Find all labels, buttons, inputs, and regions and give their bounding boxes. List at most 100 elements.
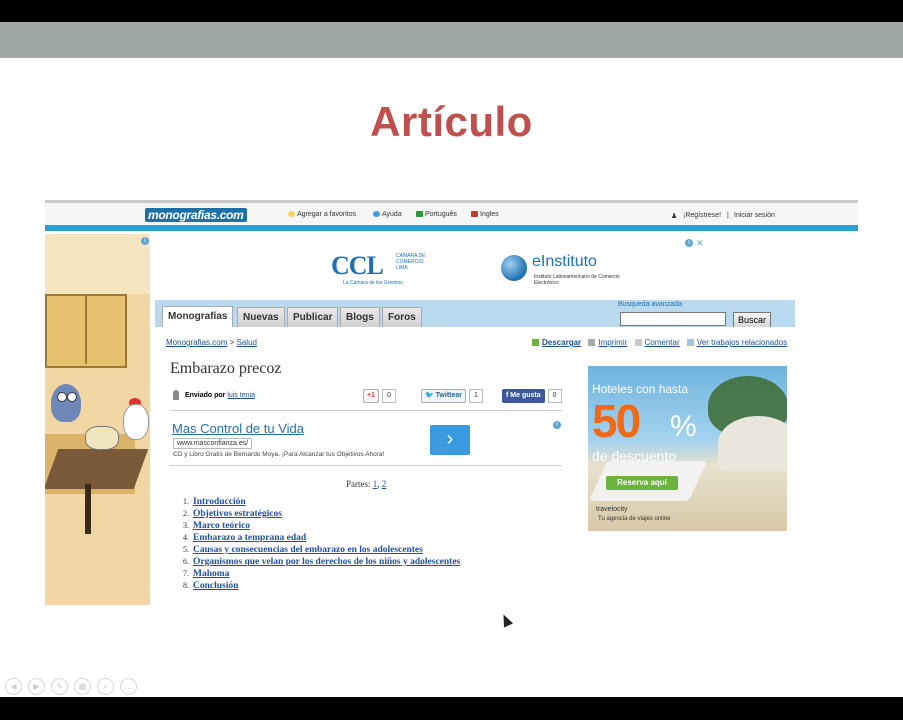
download-icon [532, 339, 539, 347]
tab-foros[interactable]: Foros [382, 307, 422, 328]
table-of-contents: 1. Introducción 2. Objetivos estratégicos … [175, 496, 460, 592]
character-eye [67, 392, 77, 402]
article-title: Embarazo precoz [170, 360, 282, 377]
toc-item: 7. Mahoma [183, 569, 230, 579]
search-input[interactable] [620, 312, 726, 326]
site-logo[interactable]: monografias.com [145, 208, 247, 222]
ccl-tagline: La Cámara de los Gremios [343, 280, 403, 286]
us-flag-icon [471, 211, 478, 218]
blue-bird-character [51, 384, 81, 422]
toc-link[interactable]: Causas y consecuencias del embarazo en l… [193, 545, 423, 555]
gplus-button[interactable]: +1 [363, 389, 379, 403]
einstituto-logo: eInstituto [532, 253, 597, 270]
related-link[interactable]: Ver trabajos relacionados [697, 338, 787, 347]
ad-info-icon[interactable]: i [685, 239, 693, 247]
help-link[interactable]: Ayuda [373, 211, 402, 218]
table-leg [85, 484, 91, 534]
slideshow-controls: ◀ ▶ ✎ ▦ ⌕ … [5, 676, 143, 695]
reserve-button[interactable]: Reserva aquí [606, 476, 678, 490]
toc-item: 5. Causas y consecuencias del embarazo en… [183, 545, 423, 555]
gplus-share[interactable]: +1 0 [363, 389, 396, 403]
print-icon [588, 339, 596, 347]
site-header: monografias.com Agregar a favoritos Ayud… [45, 203, 858, 231]
parts-separator: , [377, 479, 380, 489]
toc-item: 4. Embarazo a temprana edad [183, 533, 307, 543]
related-icon [686, 339, 694, 347]
comment-link[interactable]: Comentar [645, 338, 680, 347]
toc-item: 6. Organismos que velan por los derechos … [183, 557, 461, 567]
ad-info-icon[interactable]: i [141, 237, 149, 245]
tab-blogs[interactable]: Blogs [340, 307, 380, 328]
part-2-link[interactable]: 2 [382, 479, 387, 489]
divider [170, 465, 562, 466]
twitter-count: 1 [469, 389, 483, 403]
facebook-like-button[interactable]: f Me gusta [502, 389, 545, 403]
comment-icon [634, 339, 642, 347]
dog-character [85, 426, 119, 450]
ad-headline[interactable]: Mas Control de tu Vida [172, 421, 304, 436]
ad-url[interactable]: www.masconfianza.es/ [173, 438, 253, 449]
cartoon-background-ad[interactable] [45, 234, 150, 605]
globe-icon [501, 255, 527, 281]
toc-link[interactable]: Objetivos estratégicos [193, 509, 282, 519]
travelocity-tagline: Tu agencia de viajes online [598, 516, 671, 522]
tab-publicar[interactable]: Publicar [287, 307, 339, 328]
facebook-icon: f [506, 392, 509, 399]
next-icon[interactable]: ▶ [28, 678, 45, 695]
toc-link[interactable]: Embarazo a temprana edad [193, 533, 306, 543]
main-nav: Monografías Nuevas Publicar Blogs Foros … [155, 300, 795, 329]
breadcrumb-separator: > [229, 338, 235, 347]
bottom-black-bar [0, 697, 903, 720]
ccl-subtitle: CÁMARA DE COMERCIO LIMA [396, 253, 426, 271]
tab-monografias[interactable]: Monografías [162, 306, 234, 329]
top-banner-ad[interactable]: CCL CÁMARA DE COMERCIO LIMA La Cámara de… [221, 237, 705, 297]
parts-label: Partes: [346, 479, 371, 489]
twitter-button[interactable]: 🐦 Twittear [421, 389, 466, 403]
print-link[interactable]: Imprimir [598, 338, 627, 347]
toc-link[interactable]: Mahoma [193, 569, 229, 579]
website-screenshot: monografias.com Agregar a favoritos Ayud… [45, 200, 858, 605]
zoom-icon[interactable]: ⌕ [97, 678, 114, 695]
facebook-share[interactable]: f Me gusta 0 [502, 389, 562, 403]
sent-by-label: Enviado por [184, 391, 226, 399]
gplus-count: 0 [381, 389, 396, 403]
twitter-share[interactable]: 🐦 Twittear 1 [421, 389, 483, 403]
rooster-character [123, 404, 149, 440]
ad-description: CD y Libro Gratis de Bernardo Moya. ¡Par… [173, 451, 385, 458]
toc-link[interactable]: Marco teórico [193, 521, 250, 531]
previous-icon[interactable]: ◀ [5, 678, 22, 695]
twitter-icon: 🐦 [425, 392, 434, 399]
pen-icon[interactable]: ✎ [51, 678, 68, 695]
author-link[interactable]: luis tenia [227, 392, 255, 399]
toc-link[interactable]: Organismos que velan por los derechos de… [193, 557, 460, 567]
tab-nuevas[interactable]: Nuevas [237, 307, 285, 328]
text-ad[interactable]: Mas Control de tu Vida www.masconfianza.… [170, 419, 562, 465]
ad-arrow-button[interactable]: › [430, 425, 470, 455]
main-content: Monografias.com > Salud Descargar Imprim… [155, 327, 795, 605]
close-icon[interactable]: ✕ [696, 238, 704, 249]
login-link[interactable]: Iniciar sesión [734, 212, 775, 219]
download-link[interactable]: Descargar [542, 338, 581, 347]
favorites-link[interactable]: Agregar a favoritos [288, 211, 356, 218]
ccl-logo: CCL [331, 251, 384, 280]
advanced-search-link[interactable]: Busqueda avanzada [618, 301, 682, 308]
breadcrumb-section[interactable]: Salud [237, 338, 257, 347]
hotel-ad[interactable]: Hoteles con hasta 50 % de descuento Rese… [588, 366, 787, 531]
register-link[interactable]: ¡Regístrese! [683, 212, 721, 219]
ad-info-icon[interactable]: i [553, 421, 561, 429]
cabinet-divider [85, 296, 87, 364]
wall [45, 234, 150, 294]
chevron-right-icon: › [446, 428, 454, 450]
breadcrumb-home[interactable]: Monografias.com [166, 338, 227, 347]
toc-link[interactable]: Introducción [193, 497, 246, 507]
search-button[interactable]: Buscar [733, 312, 771, 328]
toc-link[interactable]: Conclusión [193, 581, 238, 591]
more-icon[interactable]: … [120, 678, 137, 695]
portuguese-link[interactable]: Português [416, 211, 457, 218]
slides-icon[interactable]: ▦ [74, 678, 91, 695]
user-icon: ♟ [671, 213, 678, 220]
english-link[interactable]: Ingles [471, 211, 499, 218]
person-icon [173, 390, 179, 400]
top-black-bar [0, 0, 903, 22]
einstituto-subtitle: Instituto Latinoamericano de Comercio El… [534, 274, 620, 286]
